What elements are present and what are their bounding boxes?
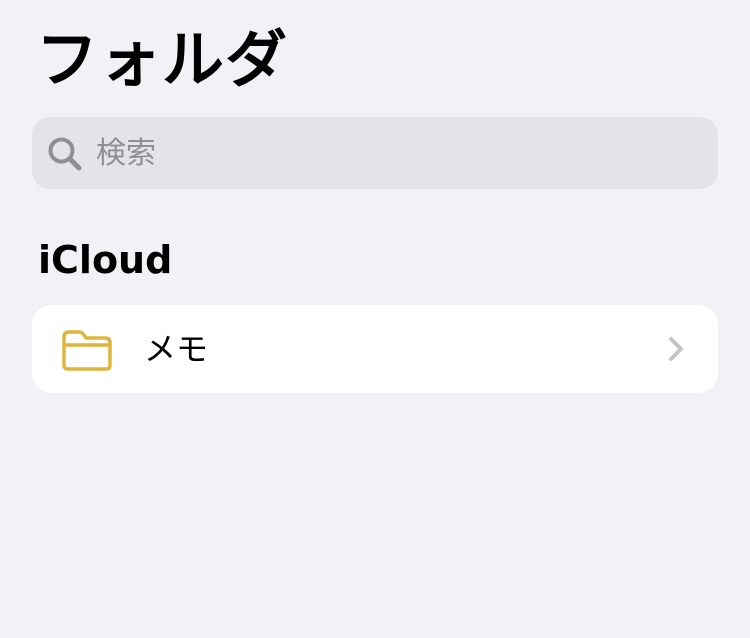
- search-input[interactable]: [96, 117, 696, 189]
- search-bar[interactable]: [32, 117, 718, 189]
- folder-icon: [62, 330, 112, 371]
- chevron-right-icon: [669, 337, 683, 361]
- section-header-icloud: iCloud: [38, 238, 173, 282]
- search-icon: [48, 137, 82, 171]
- folder-list: メモ: [32, 305, 718, 393]
- folder-label: メモ: [144, 330, 209, 368]
- folder-row-memo[interactable]: メモ: [32, 305, 718, 393]
- page-title: フォルダ: [36, 23, 289, 96]
